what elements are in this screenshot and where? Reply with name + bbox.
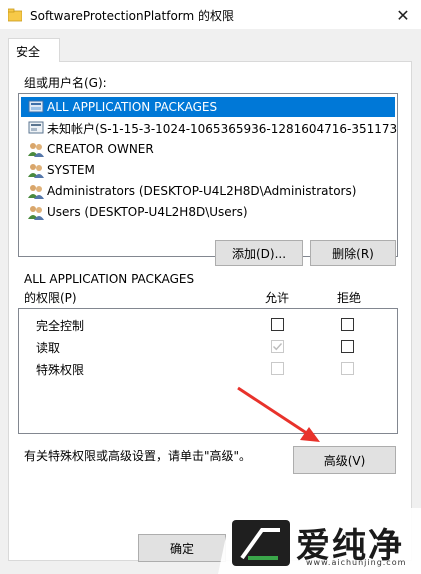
list-item-users[interactable]: Users (DESKTOP-U4L2H8D\Users)	[21, 202, 397, 222]
list-item-label: CREATOR OWNER	[47, 142, 154, 156]
ok-button[interactable]: 确定	[138, 534, 226, 562]
remove-button[interactable]: 删除(R)	[310, 240, 396, 266]
allow-column-header: 允许	[265, 291, 290, 305]
groups-label: 组或用户名(G):	[24, 76, 107, 90]
users-icon	[28, 143, 44, 157]
list-item-label: SYSTEM	[47, 163, 95, 177]
permission-name: 完全控制	[36, 319, 85, 333]
permissions-for-label: ALL APPLICATION PACKAGES	[24, 272, 195, 286]
unknown-account-icon	[28, 121, 44, 134]
list-item-label: 未知帐户(S-1-15-3-1024-1065365936-1281604716…	[47, 121, 397, 136]
watermark-url: www.aichunjing.com	[306, 558, 407, 567]
list-item-unknown-account[interactable]: 未知帐户(S-1-15-3-1024-1065365936-1281604716…	[21, 118, 397, 138]
users-icon	[28, 164, 44, 178]
deny-column-header: 拒绝	[337, 291, 362, 305]
users-icon	[28, 206, 44, 220]
ok-button-label: 确定	[169, 541, 194, 556]
checkmark-icon	[273, 343, 283, 351]
allow-special-checkbox[interactable]	[271, 362, 284, 375]
users-icon	[28, 185, 44, 199]
deny-special-checkbox[interactable]	[341, 362, 354, 375]
list-item-label: ALL APPLICATION PACKAGES	[47, 100, 218, 114]
permissions-for-sublabel: 的权限(P)	[24, 291, 77, 305]
list-item-administrators[interactable]: Administrators (DESKTOP-U4L2H8D\Administ…	[21, 181, 397, 201]
permissions-grid: 完全控制 读取 特殊权限	[18, 308, 398, 434]
allow-full-control-checkbox[interactable]	[271, 318, 284, 331]
list-item-system[interactable]: SYSTEM	[21, 160, 397, 180]
add-button[interactable]: 添加(D)...	[215, 240, 303, 266]
deny-read-checkbox[interactable]	[341, 340, 354, 353]
permission-name: 特殊权限	[36, 363, 85, 377]
list-item-creator-owner[interactable]: CREATOR OWNER	[21, 139, 397, 159]
advanced-button-label: 高级(V)	[323, 453, 366, 468]
title-bar: SoftwareProtectionPlatform 的权限 ✕	[0, 0, 421, 30]
list-item-all-app-packages[interactable]: ALL APPLICATION PACKAGES	[21, 97, 395, 117]
advanced-button[interactable]: 高级(V)	[293, 446, 396, 474]
list-item-label: Users (DESKTOP-U4L2H8D\Users)	[47, 205, 248, 219]
allow-read-checkbox[interactable]	[271, 340, 284, 353]
deny-full-control-checkbox[interactable]	[341, 318, 354, 331]
close-button[interactable]: ✕	[385, 0, 421, 30]
tab-security-label: 安全	[16, 45, 41, 59]
principals-list[interactable]: ALL APPLICATION PACKAGES 未知帐户(S-1-15-3-1…	[18, 93, 398, 257]
app-packages-icon	[28, 100, 44, 113]
tab-security[interactable]: 安全	[8, 38, 60, 62]
add-button-label: 添加(D)...	[231, 246, 287, 261]
folder-icon	[8, 8, 22, 22]
remove-button-label: 删除(R)	[332, 246, 374, 261]
advanced-hint: 有关特殊权限或高级设置，请单击"高级"。	[24, 449, 252, 463]
close-icon: ✕	[396, 5, 410, 25]
list-item-label: Administrators (DESKTOP-U4L2H8D\Administ…	[47, 184, 357, 198]
window-title: SoftwareProtectionPlatform 的权限	[30, 9, 235, 23]
permission-name: 读取	[36, 341, 61, 355]
